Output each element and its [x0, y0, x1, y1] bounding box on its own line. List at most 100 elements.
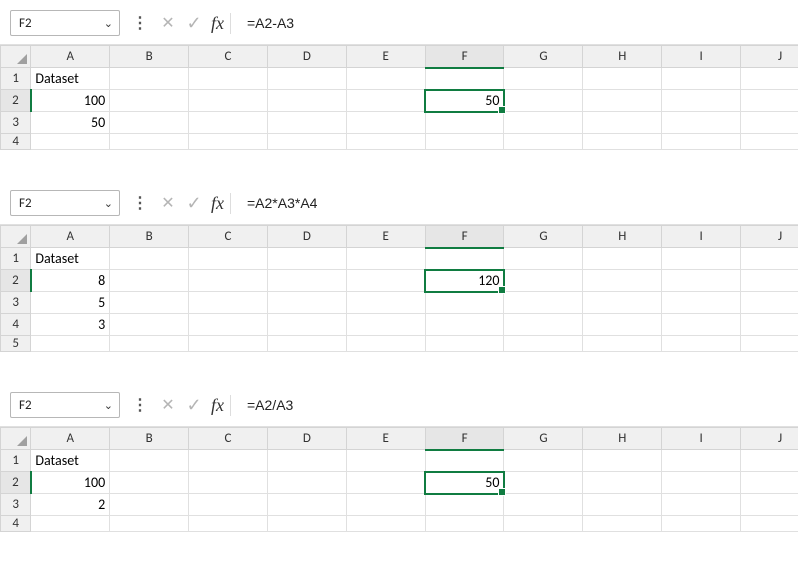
cell-A3[interactable]: 5 — [31, 292, 110, 314]
column-header-J[interactable]: J — [741, 428, 798, 450]
cell-J1[interactable] — [741, 248, 798, 270]
cell-D1[interactable] — [267, 450, 346, 472]
column-header-C[interactable]: C — [189, 226, 268, 248]
cell-G5[interactable] — [504, 336, 583, 352]
cell-E4[interactable] — [346, 516, 425, 532]
column-header-H[interactable]: H — [583, 226, 662, 248]
cell-E2[interactable] — [346, 472, 425, 494]
cell-A4[interactable]: 3 — [31, 314, 110, 336]
cell-B3[interactable] — [110, 494, 189, 516]
cell-C1[interactable] — [189, 450, 268, 472]
cell-C3[interactable] — [189, 494, 268, 516]
cell-D2[interactable] — [267, 90, 346, 112]
enter-icon[interactable]: ✓ — [185, 12, 203, 34]
cell-A4[interactable] — [31, 516, 110, 532]
cell-G1[interactable] — [504, 450, 583, 472]
fx-icon[interactable]: fx — [211, 13, 231, 34]
cell-B4[interactable] — [110, 516, 189, 532]
cell-G4[interactable] — [504, 516, 583, 532]
cell-J3[interactable] — [741, 494, 798, 516]
cell-E3[interactable] — [346, 112, 425, 134]
grid[interactable]: ABCDEFGHIJ1Dataset2100503504 — [0, 45, 798, 150]
row-header-4[interactable]: 4 — [1, 134, 31, 150]
column-header-G[interactable]: G — [504, 226, 583, 248]
cell-D3[interactable] — [267, 292, 346, 314]
cell-C1[interactable] — [189, 248, 268, 270]
cell-D2[interactable] — [267, 270, 346, 292]
cell-J2[interactable] — [741, 270, 798, 292]
cell-H3[interactable] — [583, 112, 662, 134]
cell-I5[interactable] — [662, 336, 741, 352]
row-header-4[interactable]: 4 — [1, 314, 31, 336]
cell-J1[interactable] — [741, 68, 798, 90]
cell-F1[interactable] — [425, 248, 504, 270]
fx-icon[interactable]: fx — [211, 395, 231, 416]
cell-J1[interactable] — [741, 450, 798, 472]
cell-F2[interactable]: 50 — [425, 90, 504, 112]
row-header-3[interactable]: 3 — [1, 112, 31, 134]
cell-C4[interactable] — [189, 134, 268, 150]
formula-input[interactable] — [239, 392, 788, 418]
cell-J5[interactable] — [741, 336, 798, 352]
cell-G3[interactable] — [504, 292, 583, 314]
cell-D5[interactable] — [267, 336, 346, 352]
cell-A1[interactable]: Dataset — [31, 248, 110, 270]
cell-J3[interactable] — [741, 112, 798, 134]
cell-D1[interactable] — [267, 248, 346, 270]
column-header-A[interactable]: A — [31, 46, 110, 68]
cell-C2[interactable] — [189, 270, 268, 292]
cell-C5[interactable] — [189, 336, 268, 352]
name-box[interactable]: F2⌄ — [10, 190, 120, 216]
cell-I2[interactable] — [662, 90, 741, 112]
cell-I1[interactable] — [662, 68, 741, 90]
cell-D2[interactable] — [267, 472, 346, 494]
cell-F1[interactable] — [425, 68, 504, 90]
row-header-2[interactable]: 2 — [1, 472, 31, 494]
select-all-corner[interactable] — [1, 428, 31, 450]
column-header-E[interactable]: E — [346, 46, 425, 68]
row-header-3[interactable]: 3 — [1, 494, 31, 516]
cell-C3[interactable] — [189, 292, 268, 314]
cell-B4[interactable] — [110, 134, 189, 150]
grid[interactable]: ABCDEFGHIJ1Dataset2812035435 — [0, 225, 798, 352]
cell-I2[interactable] — [662, 472, 741, 494]
chevron-down-icon[interactable]: ⌄ — [104, 17, 113, 30]
kebab-menu-icon[interactable]: ⋮ — [128, 13, 151, 33]
cell-B3[interactable] — [110, 292, 189, 314]
cell-H4[interactable] — [583, 134, 662, 150]
cell-J3[interactable] — [741, 292, 798, 314]
row-header-3[interactable]: 3 — [1, 292, 31, 314]
cell-H2[interactable] — [583, 90, 662, 112]
cell-F3[interactable] — [425, 292, 504, 314]
cell-F4[interactable] — [425, 314, 504, 336]
column-header-D[interactable]: D — [267, 428, 346, 450]
cell-C2[interactable] — [189, 90, 268, 112]
cell-B5[interactable] — [110, 336, 189, 352]
cell-I1[interactable] — [662, 248, 741, 270]
cell-I3[interactable] — [662, 112, 741, 134]
column-header-D[interactable]: D — [267, 46, 346, 68]
cell-D4[interactable] — [267, 134, 346, 150]
column-header-H[interactable]: H — [583, 428, 662, 450]
cell-J4[interactable] — [741, 314, 798, 336]
formula-input[interactable] — [239, 10, 788, 36]
cancel-icon[interactable]: ✕ — [159, 193, 177, 213]
column-header-G[interactable]: G — [504, 428, 583, 450]
cell-D3[interactable] — [267, 112, 346, 134]
column-header-B[interactable]: B — [110, 46, 189, 68]
cell-G2[interactable] — [504, 90, 583, 112]
cell-A3[interactable]: 2 — [31, 494, 110, 516]
cell-B2[interactable] — [110, 270, 189, 292]
column-header-D[interactable]: D — [267, 226, 346, 248]
cell-H1[interactable] — [583, 450, 662, 472]
cell-E2[interactable] — [346, 270, 425, 292]
cell-B4[interactable] — [110, 314, 189, 336]
cell-A2[interactable]: 8 — [31, 270, 110, 292]
cell-A4[interactable] — [31, 134, 110, 150]
cell-E3[interactable] — [346, 494, 425, 516]
cell-A2[interactable]: 100 — [31, 472, 110, 494]
cell-I3[interactable] — [662, 292, 741, 314]
kebab-menu-icon[interactable]: ⋮ — [128, 395, 151, 415]
cell-A3[interactable]: 50 — [31, 112, 110, 134]
row-header-1[interactable]: 1 — [1, 248, 31, 270]
